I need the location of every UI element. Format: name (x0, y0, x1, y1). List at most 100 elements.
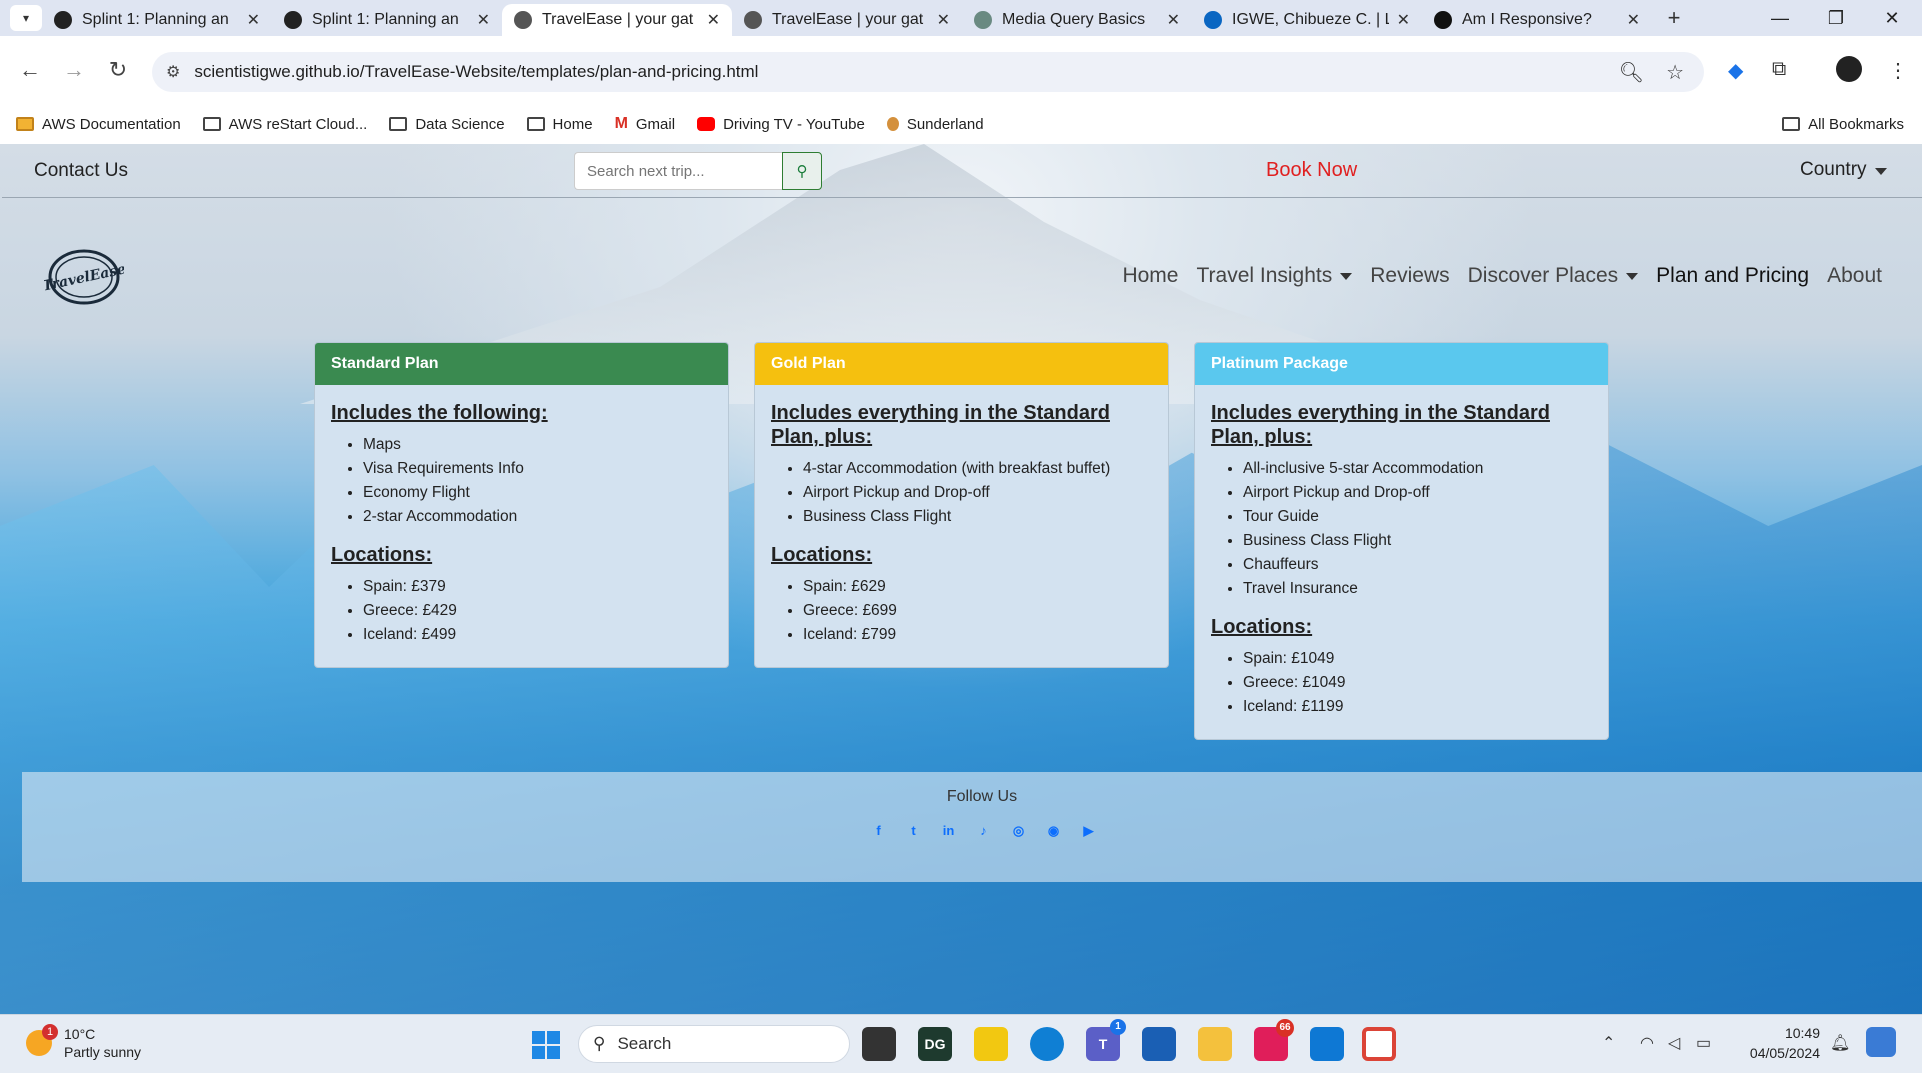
site-footer: Follow Us f t in ♪ ◎ ◉ ▶ (22, 772, 1922, 882)
traveleaselogo-icon[interactable]: TravelEase (44, 246, 124, 308)
copilot-icon[interactable] (1866, 1027, 1896, 1057)
browser-tab[interactable]: Splint 1: Planning an ✕ (42, 4, 272, 36)
close-tab-icon[interactable]: ✕ (707, 10, 720, 30)
chevron-down-icon (1626, 272, 1639, 280)
slack-icon[interactable]: 66 (1254, 1019, 1294, 1061)
store-icon[interactable] (1142, 1027, 1176, 1061)
clock[interactable]: 10:49 04/05/2024 (1740, 1023, 1820, 1063)
partly-sunny-icon: 1 (26, 1024, 58, 1056)
close-tab-icon[interactable]: ✕ (1397, 10, 1410, 30)
browser-tab[interactable]: Am I Responsive? ✕ (1422, 4, 1652, 36)
restore-button[interactable]: ❐ (1808, 0, 1864, 36)
back-button[interactable]: ← (14, 54, 46, 86)
search-button[interactable]: ⚲ (782, 152, 822, 190)
edge-icon[interactable] (1030, 1027, 1064, 1061)
bookmark-star-icon[interactable]: ☆ (1666, 60, 1684, 85)
bookmark-label: Gmail (635, 115, 676, 133)
bookmarks-bar: AWS Documentation AWS reStart Cloud... D… (0, 104, 1922, 144)
reload-button[interactable]: ↻ (102, 54, 134, 86)
contact-us-link[interactable]: Contact Us (34, 160, 128, 182)
trip-search-input[interactable] (574, 152, 782, 190)
time: 10:49 (1784, 1025, 1820, 1041)
windows-taskbar: 1 10°C Partly sunny ⚲ Search DG T1 66 ⌃ … (0, 1014, 1922, 1073)
bookmark-item[interactable]: AWS Documentation (16, 115, 181, 133)
nav-item[interactable]: Home (1122, 264, 1178, 288)
tab-strip: ▾ Splint 1: Planning an ✕ Splint 1: Plan… (0, 0, 1922, 36)
tab-title: Splint 1: Planning an (82, 11, 229, 28)
folder-icon (389, 117, 408, 131)
plan-card: Platinum Package Includes everything in … (1194, 342, 1609, 740)
github-icon[interactable]: ◉ (1041, 818, 1066, 843)
linkedin-icon[interactable]: in (936, 818, 961, 843)
file-explorer-icon[interactable] (1198, 1027, 1232, 1061)
nav-item-label: Travel Insights (1196, 264, 1333, 287)
taskbar-search[interactable]: ⚲ Search (578, 1025, 850, 1063)
profile-avatar[interactable] (1836, 56, 1862, 82)
nav-item[interactable]: Reviews (1370, 264, 1449, 288)
browser-menu-icon[interactable]: ⋮ (1888, 58, 1908, 83)
extensions-puzzle-icon[interactable]: ⧉ (1772, 58, 1786, 81)
tab-title: TravelEase | your gat (772, 11, 924, 28)
nav-item[interactable]: Discover Places (1468, 264, 1639, 288)
nav-item[interactable]: About (1827, 264, 1882, 288)
zoom-icon[interactable]: 🔍︎ (1619, 60, 1644, 85)
bookmark-item[interactable]: AWS reStart Cloud... (202, 115, 367, 133)
browser-tab[interactable]: IGWE, Chibueze C. | L ✕ (1192, 4, 1422, 36)
bookmark-item[interactable]: M Gmail (615, 115, 676, 133)
close-tab-icon[interactable]: ✕ (937, 10, 950, 30)
vscode-icon[interactable] (1310, 1027, 1344, 1061)
nav-item[interactable]: Plan and Pricing (1656, 264, 1809, 288)
browser-tab[interactable]: Media Query Basics ✕ (962, 4, 1192, 36)
close-tab-icon[interactable]: ✕ (477, 10, 490, 30)
youtube-icon[interactable]: ▶ (1076, 818, 1101, 843)
address-bar[interactable]: ⚙ scientistigwe.github.io/TravelEase-Web… (152, 52, 1704, 92)
forward-button[interactable]: → (58, 54, 90, 86)
globe-icon (744, 11, 762, 29)
extension-icon[interactable]: ◆ (1728, 58, 1743, 83)
chevron-down-icon (1340, 272, 1353, 280)
browser-tab[interactable]: TravelEase | your gat ✕ (732, 4, 962, 36)
weather-description: Partly sunny (64, 1044, 142, 1060)
bookmark-item[interactable]: Home (526, 115, 593, 133)
teams-icon[interactable]: T1 (1086, 1019, 1126, 1061)
powerbi-icon[interactable] (974, 1027, 1008, 1061)
plan-location-price: Iceland: £1199 (1243, 695, 1592, 719)
nav-item[interactable]: Travel Insights (1196, 264, 1353, 288)
datagrip-icon[interactable]: DG (918, 1027, 952, 1061)
country-dropdown[interactable]: Country (1800, 159, 1887, 181)
site-info-icon[interactable]: ⚙ (166, 62, 180, 82)
book-now-link[interactable]: Book Now (1266, 159, 1357, 182)
task-view-icon[interactable] (862, 1027, 896, 1061)
instagram-icon[interactable]: ◎ (1006, 818, 1031, 843)
plan-name: Gold Plan (771, 355, 846, 372)
temperature: 10°C (64, 1026, 96, 1042)
bookmark-item[interactable]: Sunderland (886, 115, 984, 133)
new-tab-button[interactable]: + (1660, 5, 1688, 31)
volume-icon[interactable]: ◁ (1668, 1033, 1680, 1053)
close-tab-icon[interactable]: ✕ (1167, 10, 1180, 30)
tray-overflow-icon[interactable]: ⌃ (1602, 1033, 1615, 1053)
close-window-button[interactable]: ✕ (1864, 0, 1920, 36)
battery-icon[interactable]: ▭ (1696, 1033, 1711, 1053)
browser-toolbar: ← → ↻ ⚙ scientistigwe.github.io/TravelEa… (0, 36, 1922, 108)
sunderland-icon (886, 117, 899, 131)
facebook-icon[interactable]: f (866, 818, 891, 843)
close-tab-icon[interactable]: ✕ (1627, 10, 1640, 30)
plan-feature: Business Class Flight (803, 505, 1152, 529)
plan-includes-heading: Includes everything in the Standard Plan… (771, 402, 1110, 448)
minimize-button[interactable]: — (1752, 0, 1808, 36)
wifi-icon[interactable]: ◠ (1640, 1033, 1654, 1053)
bookmark-item[interactable]: Driving TV - YouTube (697, 115, 865, 133)
twitter-icon[interactable]: t (901, 818, 926, 843)
browser-tab[interactable]: Splint 1: Planning an ✕ (272, 4, 502, 36)
tiktok-icon[interactable]: ♪ (971, 818, 996, 843)
notification-bell-icon[interactable]: 🔔︎ (1830, 1033, 1850, 1053)
chrome-icon[interactable] (1362, 1027, 1396, 1061)
all-bookmarks-button[interactable]: All Bookmarks (1782, 116, 1904, 133)
tab-search-button[interactable]: ▾ (10, 5, 42, 31)
bookmark-item[interactable]: Data Science (389, 115, 505, 133)
weather-widget[interactable]: 1 10°C Partly sunny (26, 1024, 142, 1061)
browser-tab[interactable]: TravelEase | your gat ✕ (502, 4, 732, 36)
close-tab-icon[interactable]: ✕ (247, 10, 260, 30)
start-button[interactable] (532, 1031, 560, 1059)
